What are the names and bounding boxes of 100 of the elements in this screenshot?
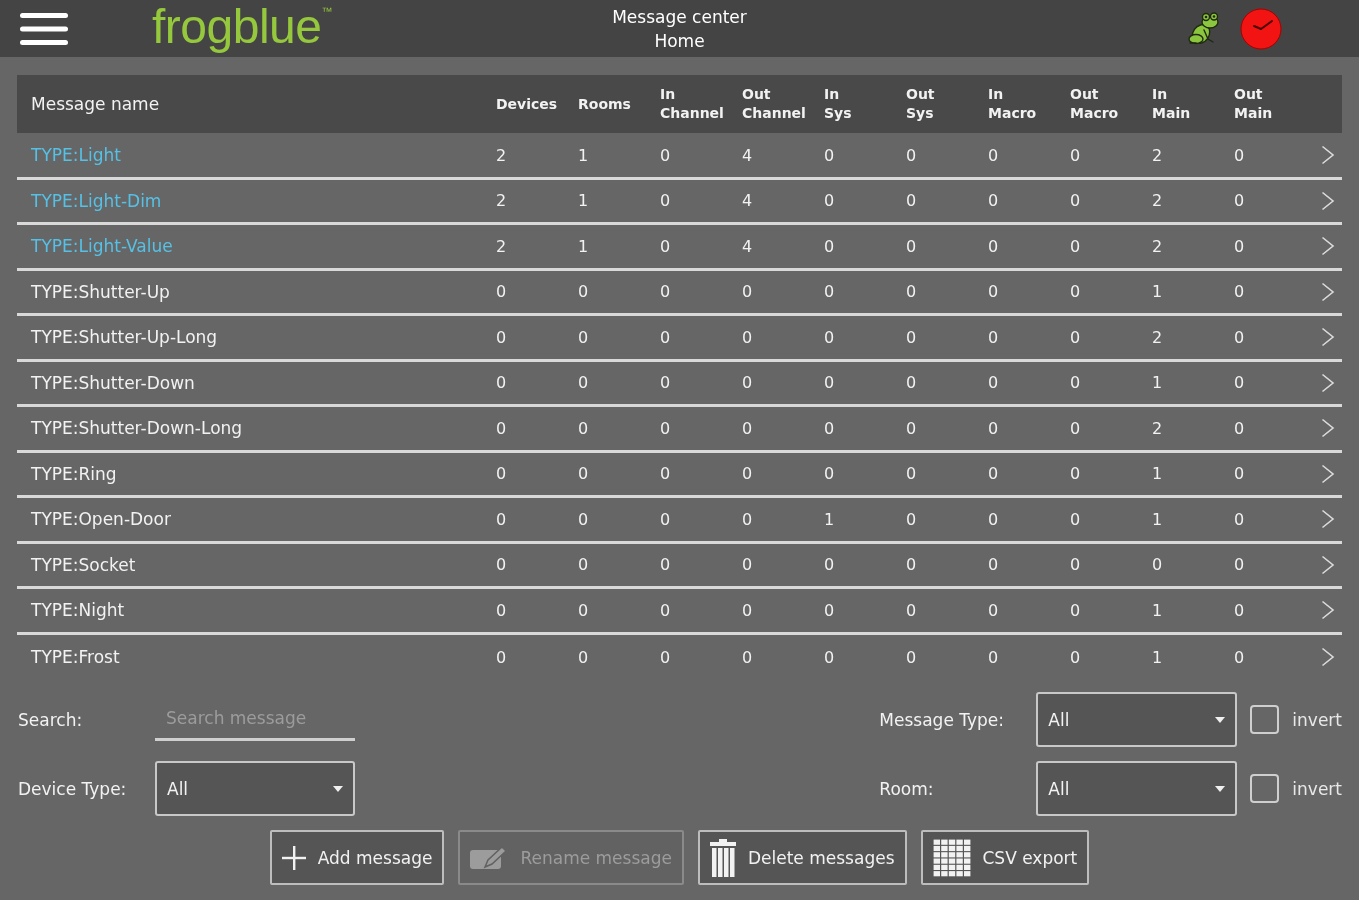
table-cell: 0: [988, 145, 999, 165]
table-cell: 0: [906, 145, 917, 165]
message-name: TYPE:Ring: [31, 463, 117, 484]
table-cell: 1: [578, 145, 589, 165]
chevron-right-icon[interactable]: [1321, 190, 1335, 211]
table-cell: 0: [824, 600, 835, 620]
table-cell: 0: [824, 464, 835, 484]
chevron-right-icon[interactable]: [1321, 463, 1335, 484]
chevron-right-icon[interactable]: [1321, 145, 1335, 166]
chevron-right-icon[interactable]: [1321, 600, 1335, 621]
table-cell: 0: [742, 282, 753, 302]
table-cell: 0: [906, 600, 917, 620]
invert-label: invert: [1292, 778, 1342, 799]
invert-checkbox[interactable]: [1250, 774, 1280, 803]
table-cell: 0: [906, 191, 917, 211]
message-type-label: Message Type:: [879, 709, 1004, 730]
table-cell: 0: [906, 373, 917, 393]
table-cell: 0: [1070, 282, 1081, 302]
message-name: TYPE:Shutter-Down-Long: [31, 418, 243, 439]
table-cell: 0: [1070, 145, 1081, 165]
chevron-right-icon[interactable]: [1321, 554, 1335, 575]
table-cell: 0: [988, 236, 999, 256]
chevron-right-icon[interactable]: [1321, 372, 1335, 393]
column-header: Out Sys: [906, 85, 935, 123]
frog-icon[interactable]: [1187, 11, 1221, 46]
chevron-right-icon[interactable]: [1321, 418, 1335, 439]
table-cell: 0: [988, 418, 999, 438]
table-cell: 0: [1234, 464, 1245, 484]
column-header: In Sys: [824, 85, 852, 123]
table-cell: 2: [496, 236, 507, 256]
table-cell: 4: [742, 145, 753, 165]
table-cell: 0: [906, 647, 917, 667]
room-select[interactable]: All: [1036, 761, 1238, 816]
caret-icon: [1215, 716, 1226, 723]
table-cell: 0: [1070, 236, 1081, 256]
table-cell: 0: [578, 327, 589, 347]
table-cell: 0: [1234, 282, 1245, 302]
message-name: TYPE:Socket: [31, 554, 136, 575]
table-cell: 2: [1152, 145, 1163, 165]
table-cell: 0: [578, 555, 589, 575]
table-cell: 0: [906, 282, 917, 302]
column-header: Devices: [496, 94, 558, 114]
table-cell: 0: [1152, 555, 1163, 575]
clock-icon[interactable]: [1240, 7, 1282, 50]
table-cell: 0: [1070, 191, 1081, 211]
table-cell: 0: [988, 327, 999, 347]
invert-label: invert: [1292, 709, 1342, 730]
chevron-right-icon[interactable]: [1321, 647, 1335, 668]
table-cell: 0: [660, 647, 671, 667]
table-cell: 0: [988, 373, 999, 393]
chevron-right-icon[interactable]: [1321, 327, 1335, 348]
table-cell: 0: [496, 418, 507, 438]
table-cell: 0: [906, 418, 917, 438]
table-cell: 0: [578, 282, 589, 302]
column-header: In Channel: [660, 85, 724, 123]
message-name: TYPE:Night: [31, 600, 125, 621]
table-cell: 0: [496, 282, 507, 302]
add-button[interactable]: Add message: [269, 830, 445, 885]
table-cell: 0: [988, 191, 999, 211]
table-cell: 1: [1152, 600, 1163, 620]
delete-button[interactable]: Delete messages: [697, 830, 907, 885]
table-cell: 0: [578, 509, 589, 529]
table-cell: 0: [988, 464, 999, 484]
table-cell: 2: [1152, 236, 1163, 256]
message-name: TYPE:Open-Door: [31, 509, 171, 530]
grid-icon: [932, 838, 971, 877]
table-cell: 0: [742, 600, 753, 620]
table-cell: 0: [824, 191, 835, 211]
device-type-select[interactable]: All: [155, 761, 355, 816]
logo: frogblue$^{™}$: [152, 0, 332, 53]
menu-icon[interactable]: [20, 12, 68, 45]
plus-icon: [281, 845, 306, 870]
page-title: Message center: [612, 5, 747, 29]
message-type-select[interactable]: All: [1036, 692, 1238, 747]
table-cell: 0: [660, 191, 671, 211]
chevron-right-icon[interactable]: [1321, 236, 1335, 257]
table-cell: 1: [1152, 647, 1163, 667]
table-cell: 0: [824, 418, 835, 438]
table-cell: 0: [660, 555, 671, 575]
table-cell: 0: [496, 464, 507, 484]
table-cell: 2: [496, 145, 507, 165]
trash-icon: [709, 838, 736, 877]
device-type-label: Device Type:: [18, 778, 127, 799]
table-cell: 0: [578, 600, 589, 620]
table-cell: 0: [988, 509, 999, 529]
table-cell: 0: [1234, 191, 1245, 211]
column-header: Message name: [31, 94, 160, 114]
table-cell: 0: [824, 647, 835, 667]
invert-checkbox[interactable]: [1250, 705, 1280, 734]
message-name: TYPE:Shutter-Down: [31, 372, 195, 393]
chevron-right-icon[interactable]: [1321, 509, 1335, 530]
table-cell: 0: [1234, 418, 1245, 438]
caret-icon: [1215, 785, 1226, 792]
message-name: TYPE:Frost: [31, 647, 120, 668]
message-name: TYPE:Light-Value: [31, 236, 173, 257]
table-cell: 4: [742, 236, 753, 256]
column-header: Out Main: [1234, 85, 1273, 123]
table-cell: 0: [660, 418, 671, 438]
export-button[interactable]: CSV export: [920, 830, 1090, 885]
chevron-right-icon[interactable]: [1321, 281, 1335, 302]
